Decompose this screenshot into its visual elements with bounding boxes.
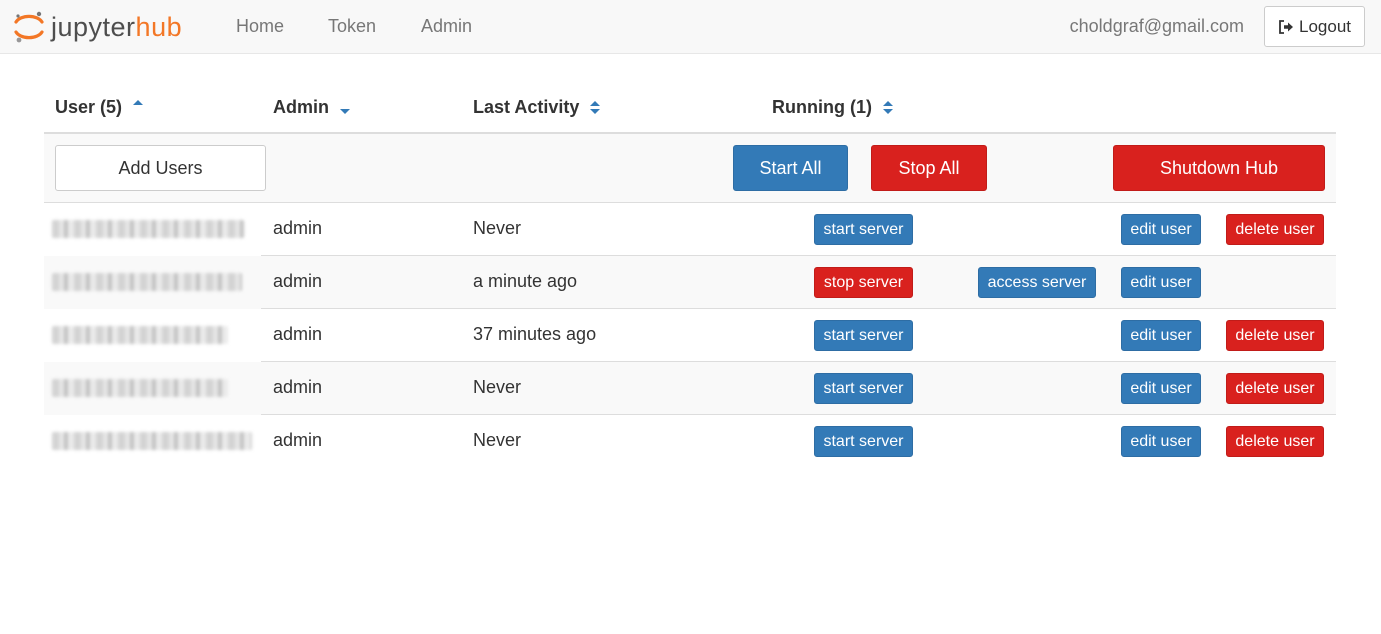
column-header-running-label: Running (1): [772, 97, 872, 117]
column-header-last-activity[interactable]: Last Activity: [473, 97, 601, 118]
user-name-cell: [44, 256, 261, 309]
access-server-button[interactable]: access server: [978, 267, 1096, 298]
start-all-button[interactable]: Start All: [733, 145, 848, 191]
edit-user-button[interactable]: edit user: [1121, 426, 1201, 457]
last-activity-cell: a minute ago: [473, 271, 578, 291]
table-row: admin Never start server edit user delet…: [44, 362, 1336, 415]
table-header: User (5) Admin Last Activity Running (1): [44, 80, 1336, 134]
start-server-button[interactable]: start server: [814, 373, 913, 404]
stop-all-button[interactable]: Stop All: [871, 145, 987, 191]
redacted-username: [52, 432, 252, 450]
delete-user-button[interactable]: delete user: [1226, 214, 1324, 245]
column-header-user[interactable]: User (5): [55, 97, 144, 118]
start-server-button[interactable]: start server: [814, 320, 913, 351]
start-server-button[interactable]: start server: [814, 214, 913, 245]
user-name-cell: [44, 203, 261, 256]
users-table: User (5) Admin Last Activity Running (1)…: [44, 80, 1336, 468]
logo-wordmark-jupyter: jupyter: [51, 11, 136, 42]
logout-label: Logout: [1299, 16, 1351, 36]
logo-wordmark-hub: hub: [135, 11, 183, 42]
column-header-running[interactable]: Running (1): [772, 97, 894, 118]
table-row: admin a minute ago stop server access se…: [44, 256, 1336, 309]
sign-out-icon: [1278, 19, 1294, 35]
admin-cell: admin: [273, 218, 323, 238]
redacted-username: [52, 273, 242, 291]
nav-token-link[interactable]: Token: [328, 16, 376, 37]
sort-asc-icon[interactable]: [132, 99, 144, 117]
logout-button[interactable]: Logout: [1264, 6, 1365, 47]
redacted-username: [52, 326, 228, 344]
column-header-user-label: User (5): [55, 97, 123, 117]
delete-user-button[interactable]: delete user: [1226, 373, 1324, 404]
edit-user-button[interactable]: edit user: [1121, 267, 1201, 298]
navbar: jupyterhub Home Token Admin choldgraf@gm…: [0, 0, 1381, 54]
sort-desc-icon[interactable]: [339, 99, 351, 117]
delete-user-button[interactable]: delete user: [1226, 320, 1324, 351]
admin-cell: admin: [273, 324, 323, 344]
table-tools-row: Add Users Start All Stop All Shutdown Hu…: [44, 134, 1336, 203]
admin-cell: admin: [273, 430, 323, 450]
logo-wordmark: jupyterhub: [51, 11, 183, 42]
jupyterhub-logo[interactable]: jupyterhub: [13, 8, 182, 46]
nav-home-link[interactable]: Home: [236, 16, 284, 37]
shutdown-hub-button[interactable]: Shutdown Hub: [1113, 145, 1325, 191]
start-server-button[interactable]: start server: [814, 426, 913, 457]
user-name-cell: [44, 362, 261, 415]
edit-user-button[interactable]: edit user: [1121, 214, 1201, 245]
last-activity-cell: 37 minutes ago: [473, 324, 597, 344]
redacted-username: [52, 220, 244, 238]
table-row: admin Never start server edit user delet…: [44, 415, 1336, 468]
column-header-last-activity-label: Last Activity: [473, 97, 580, 117]
user-name-cell: [44, 309, 261, 362]
add-users-button[interactable]: Add Users: [55, 145, 266, 191]
redacted-username: [52, 379, 228, 397]
edit-user-button[interactable]: edit user: [1121, 373, 1201, 404]
last-activity-cell: Never: [473, 377, 522, 397]
edit-user-button[interactable]: edit user: [1121, 320, 1201, 351]
last-activity-cell: Never: [473, 218, 522, 238]
sort-icon[interactable]: [882, 99, 894, 117]
jupyter-logo-icon: [13, 10, 45, 44]
column-header-admin[interactable]: Admin: [273, 97, 351, 118]
table-row: admin 37 minutes ago start server edit u…: [44, 309, 1336, 362]
sort-icon[interactable]: [589, 99, 601, 117]
admin-cell: admin: [273, 271, 323, 291]
user-email: choldgraf@gmail.com: [1069, 16, 1244, 36]
delete-user-button[interactable]: delete user: [1226, 426, 1324, 457]
admin-cell: admin: [273, 377, 323, 397]
nav-admin-link[interactable]: Admin: [421, 16, 472, 37]
user-name-cell: [44, 415, 261, 468]
last-activity-cell: Never: [473, 430, 522, 450]
stop-server-button[interactable]: stop server: [814, 267, 913, 298]
table-row: admin Never start server edit user delet…: [44, 203, 1336, 256]
column-header-admin-label: Admin: [273, 97, 329, 117]
